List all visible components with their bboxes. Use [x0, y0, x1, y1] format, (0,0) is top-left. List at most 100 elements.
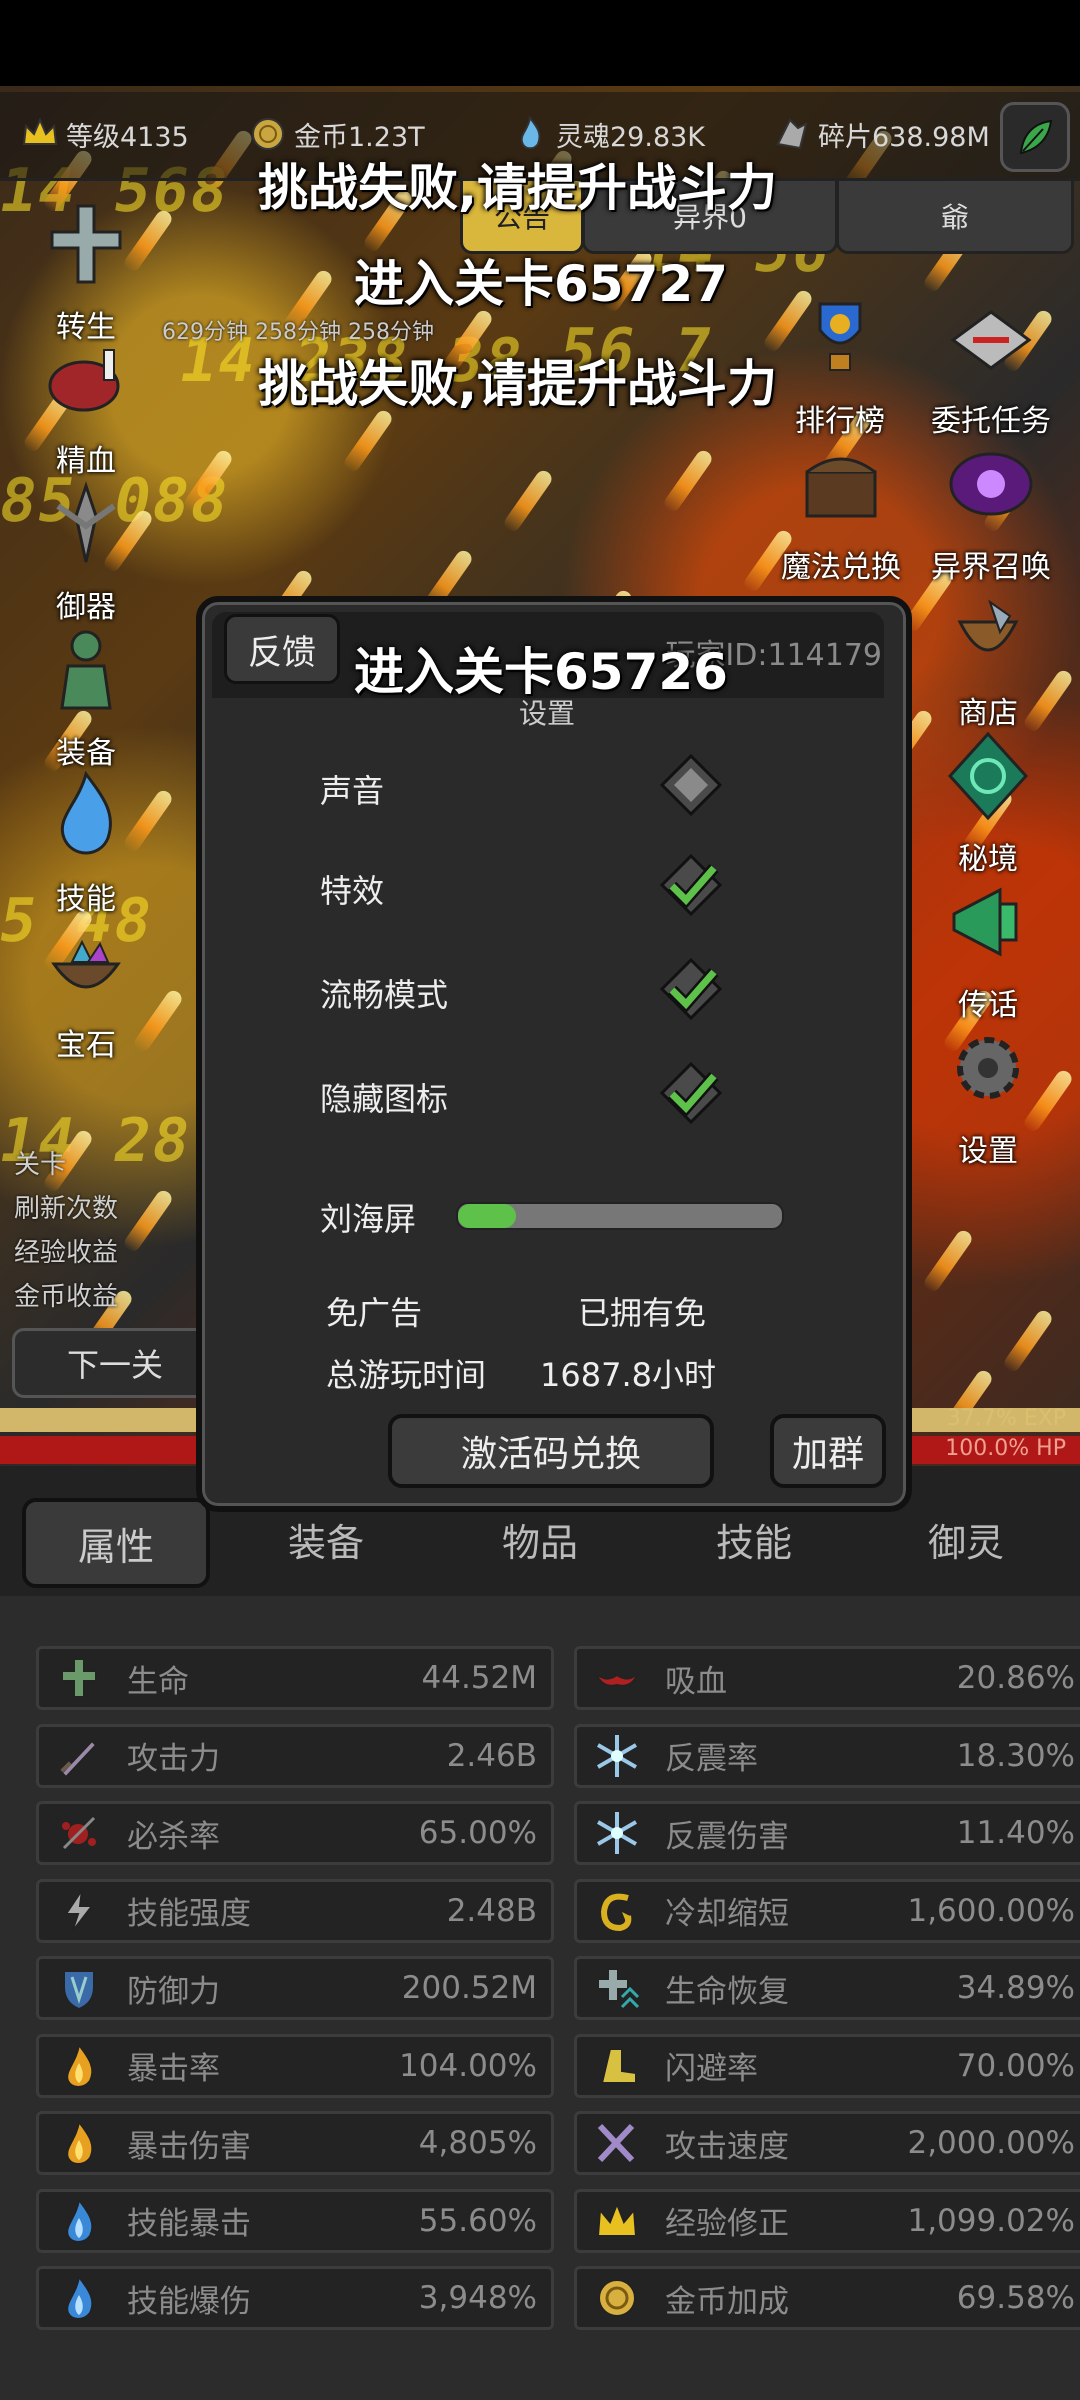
stat-name: 生命 [127, 1663, 189, 1700]
info-stage: 关卡 [14, 1150, 67, 1180]
bat-icon [587, 1653, 647, 1703]
menu-artifact-label: 御器 [56, 590, 116, 625]
menu-shop[interactable]: 商店 [928, 582, 1048, 732]
stat-row: 反震率 18.30% [574, 1723, 1080, 1788]
sound-label: 声音 [320, 772, 385, 810]
tab-attributes[interactable]: 属性 [22, 1498, 210, 1588]
gold-coin-icon [587, 2273, 647, 2323]
stat-name: 攻击力 [127, 1741, 220, 1777]
menu-summon[interactable]: 异界召唤 [916, 436, 1066, 586]
level-resource: 等级4135 [20, 112, 189, 156]
stat-value: 104.00% [399, 2047, 537, 2084]
fire-arrow [1001, 1307, 1055, 1375]
stat-value: 4,805% [418, 2125, 537, 2161]
menu-broadcast[interactable]: 传话 [928, 874, 1048, 1024]
menu-summon-label: 异界召唤 [931, 550, 1051, 585]
next-stage-button[interactable]: 下一关 [12, 1328, 218, 1398]
stat-name: 生命恢复 [665, 1973, 789, 2010]
smooth-mode-checkbox[interactable] [658, 956, 724, 1022]
stat-value: 3,948% [418, 2280, 537, 2316]
shield-icon [49, 1963, 109, 2013]
ice-burst-icon [587, 1731, 647, 1781]
fire-arrow [921, 1227, 975, 1295]
menu-secret-realm[interactable]: 秘境 [928, 728, 1048, 878]
stat-value: 2.48B [446, 1892, 537, 1929]
stat-name: 反震伤害 [665, 1818, 789, 1855]
tab-third[interactable]: 爺 [836, 178, 1074, 254]
notch-slider[interactable] [456, 1202, 784, 1230]
menu-essence[interactable]: 精血 [26, 330, 146, 480]
stat-row: 吸血 20.86% [574, 1646, 1080, 1710]
crossed-swords-icon [587, 2118, 647, 2168]
battle-message: 进入关卡65727 [354, 255, 728, 313]
stat-name: 金币加成 [665, 2283, 789, 2320]
battle-message: 挑战失败,请提升战斗力 [258, 159, 777, 217]
hp-label: 100.0% HP [945, 1436, 1066, 1461]
fire-arrow [501, 467, 555, 535]
flame-icon [49, 2041, 109, 2091]
stat-value: 70.00% [956, 2047, 1075, 2084]
menu-magic-exchange-label: 魔法兑换 [781, 550, 901, 585]
menu-leaderboard[interactable]: 排行榜 [770, 290, 910, 440]
tab-spirits[interactable]: 御灵 [876, 1498, 1056, 1580]
hide-icons-checkbox[interactable] [658, 1060, 724, 1126]
swirl-portal-icon [947, 731, 1029, 821]
info-exp-income: 经验收益 [14, 1238, 119, 1268]
info-refresh: 刷新次数 [14, 1194, 119, 1224]
menu-settings-label: 设置 [958, 1134, 1018, 1169]
leaf-menu-button[interactable] [1000, 102, 1070, 172]
menu-broadcast-label: 传话 [958, 988, 1018, 1023]
character-icon [60, 630, 112, 710]
fire-arrow [661, 447, 715, 515]
menu-shop-label: 商店 [958, 696, 1018, 731]
no-ads-value: 已拥有免 [578, 1294, 707, 1332]
stat-name: 防御力 [127, 1973, 220, 2010]
stat-name: 暴击伤害 [127, 2128, 251, 2165]
stat-value: 200.52M [401, 1970, 537, 2006]
redeem-code-button[interactable]: 激活码兑换 [388, 1414, 714, 1488]
stat-name: 冷却缩短 [665, 1896, 789, 1932]
blue-flame-icon [60, 770, 113, 855]
leaf-icon [1019, 119, 1053, 155]
stat-name: 闪避率 [665, 2051, 758, 2087]
menu-artifact[interactable]: 御器 [26, 476, 146, 626]
stat-row: 攻击速度 2,000.00% [574, 2111, 1080, 2175]
trident-icon [56, 481, 116, 563]
stat-name: 技能暴击 [127, 2206, 251, 2242]
meat-icon [48, 349, 120, 412]
feedback-button[interactable]: 反馈 [224, 614, 340, 684]
boot-icon [587, 2041, 647, 2091]
stat-name: 技能爆伤 [127, 2283, 251, 2320]
stat-name: 技能强度 [127, 1896, 251, 1932]
fire-arrow [341, 407, 395, 475]
gear-icon [957, 1037, 1019, 1099]
stat-name: 必杀率 [127, 1818, 220, 1855]
sound-toggle[interactable] [658, 752, 724, 818]
effects-checkbox[interactable] [658, 852, 724, 918]
info-gold-income: 金币收益 [14, 1282, 119, 1312]
stat-value: 65.00% [418, 1815, 537, 1851]
crown-icon [22, 117, 58, 145]
stat-row: 技能爆伤 3,948% [36, 2266, 554, 2330]
blue-flame-icon [49, 2273, 109, 2323]
stat-row: 技能强度 2.48B [36, 1878, 554, 1943]
stat-value: 44.52M [421, 1660, 538, 1696]
health-cross-icon [49, 1653, 109, 1703]
menu-rebirth[interactable]: 转生 [26, 196, 146, 346]
menu-commission[interactable]: 委托任务 [916, 290, 1066, 440]
portal-eye-icon [949, 452, 1033, 516]
menu-skills[interactable]: 技能 [26, 768, 146, 918]
level-text: 等级4135 [66, 121, 189, 153]
menu-equipment-label: 装备 [56, 736, 116, 771]
stat-value: 34.89% [956, 1970, 1075, 2006]
shards-resource: 碎片638.98M [772, 112, 990, 156]
stat-name: 暴击率 [127, 2051, 220, 2087]
status-bar [0, 0, 1080, 86]
menu-magic-exchange[interactable]: 魔法兑换 [766, 436, 916, 586]
menu-gems[interactable]: 宝石 [26, 914, 146, 1064]
menu-settings[interactable]: 设置 [928, 1020, 1048, 1170]
stat-row: 生命 44.52M [36, 1646, 554, 1710]
smooth-mode-label: 流畅模式 [320, 976, 449, 1014]
menu-equipment[interactable]: 装备 [26, 622, 146, 772]
join-group-button[interactable]: 加群 [770, 1414, 886, 1488]
